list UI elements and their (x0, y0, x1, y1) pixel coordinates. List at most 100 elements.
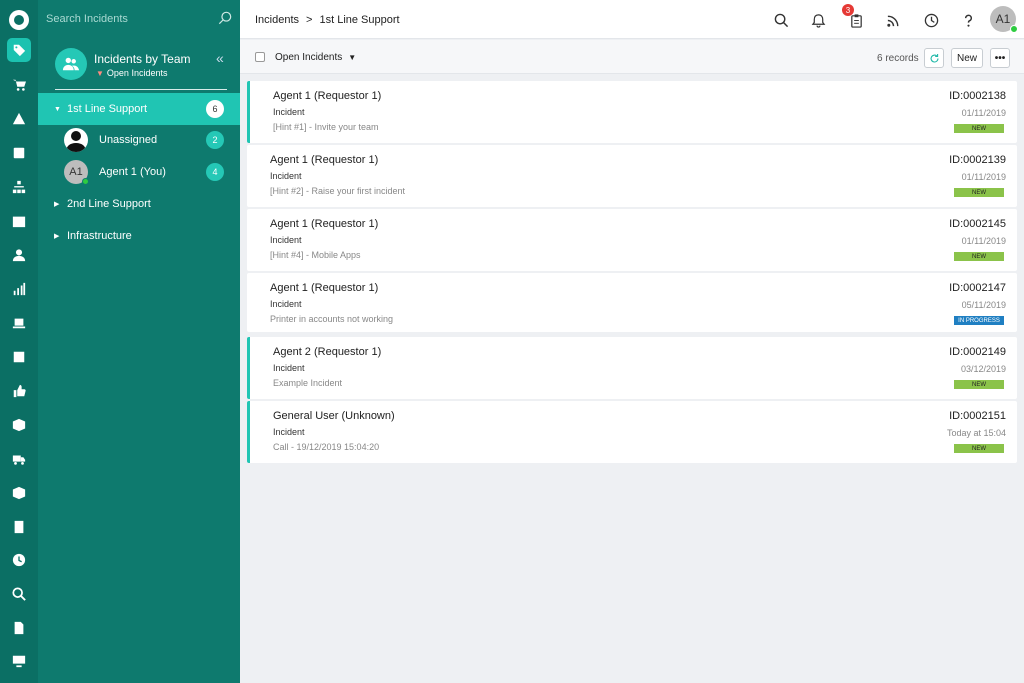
incident-description: Example Incident (273, 378, 343, 388)
online-status-icon (1010, 25, 1018, 33)
search-icon[interactable] (218, 11, 232, 25)
rail-item-thumbs-up[interactable] (0, 379, 38, 403)
rail-item-search[interactable] (0, 582, 38, 606)
warning-icon (12, 112, 26, 125)
incident-date: 05/11/2019 (961, 300, 1006, 310)
incident-type: Incident (273, 107, 305, 117)
more-options-button[interactable]: ••• (990, 48, 1010, 68)
file-icon (14, 621, 24, 635)
search-input[interactable] (46, 10, 206, 28)
rail-item-chart[interactable] (0, 277, 38, 301)
incident-date: 03/12/2019 (960, 364, 1006, 374)
chart-icon (13, 282, 26, 296)
tree-item-unassigned[interactable]: Unassigned 2 (38, 124, 240, 156)
incident-date: 01/11/2019 (961, 236, 1006, 246)
incident-date: 01/11/2019 (961, 108, 1006, 118)
incident-date: Today at 15:04 (946, 428, 1006, 438)
incident-type: Incident (270, 299, 302, 309)
online-status-icon (82, 178, 89, 185)
sidebar-filter[interactable]: ▼ Open Incidents (96, 68, 167, 78)
rail-item-cart[interactable] (0, 73, 38, 97)
rail-item-truck[interactable] (0, 447, 38, 471)
app-logo[interactable] (9, 10, 29, 30)
incident-description: Call - 19/12/2019 15:04:20 (273, 442, 380, 452)
rail-item-clock[interactable] (0, 548, 38, 572)
record-count: 6 records (877, 53, 919, 64)
rail-item-warning[interactable] (0, 107, 38, 131)
sitemap-icon (12, 180, 26, 194)
avatar-initials: A1 (69, 166, 83, 178)
user-icon (12, 249, 26, 262)
refresh-icon (930, 53, 938, 63)
tree-item-label: Unassigned (99, 134, 158, 146)
team-sidebar: Incidents by Team ▼Open Incidents « ▼ 1s… (38, 0, 240, 683)
avatar: A1 (64, 160, 89, 185)
incident-id: ID:0002138 (949, 90, 1006, 102)
refresh-button[interactable] (924, 48, 944, 68)
tree-item-infrastructure[interactable]: ▶ Infrastructure (38, 220, 240, 252)
tree-item-label: 2nd Line Support (67, 198, 151, 210)
incident-type: Incident (273, 427, 305, 437)
collapse-sidebar-button[interactable]: « (216, 50, 224, 66)
user-silhouette-icon (66, 131, 86, 152)
monitor-icon (12, 655, 26, 668)
status-badge: NEW (954, 252, 1004, 261)
rail-item-file[interactable] (0, 616, 38, 640)
clipboard-icon[interactable]: 3 (842, 4, 866, 30)
incident-card[interactable]: Agent 1 (Requestor 1) Incident [Hint #2] -… (247, 145, 1017, 207)
breadcrumb-link[interactable]: Incidents (255, 14, 299, 26)
incident-card[interactable]: Agent 1 (Requestor 1) Incident [Hint #1] -… (247, 81, 1017, 143)
incident-description: [Hint #2] - Raise your first incident (270, 186, 406, 196)
rail-item-monitor[interactable] (0, 649, 38, 673)
rail-item-box[interactable] (0, 413, 38, 437)
bell-icon[interactable] (808, 10, 828, 30)
tree-item-1st-line-support[interactable]: ▼ 1st Line Support 6 (38, 93, 240, 125)
status-badge: NEW (954, 380, 1004, 389)
user-avatar[interactable]: A1 (990, 6, 1018, 33)
tree-item-label: Infrastructure (67, 230, 132, 242)
caret-right-icon[interactable]: ▶ (54, 200, 59, 208)
new-button[interactable]: New (951, 48, 983, 68)
caret-down-icon[interactable]: ▼ (54, 106, 61, 113)
caret-right-icon[interactable]: ▶ (54, 232, 59, 240)
incident-type: Incident (270, 171, 302, 181)
tree-item-label: Agent 1 (You) (99, 166, 166, 178)
calendar-icon (12, 216, 26, 228)
incident-id: ID:0002147 (949, 282, 1006, 294)
select-all-checkbox[interactable] (255, 52, 265, 62)
incident-description: [Hint #4] - Mobile Apps (270, 250, 361, 260)
incident-requestor: Agent 1 (Requestor 1) (270, 218, 379, 230)
incident-card[interactable]: General User (Unknown) Incident Call - 19/… (247, 401, 1017, 463)
sidebar-title: Incidents by Team (94, 52, 191, 66)
breadcrumb-separator: > (306, 14, 313, 26)
rail-item-tag[interactable] (0, 38, 38, 62)
breadcrumb-current: 1st Line Support (319, 14, 400, 26)
tree-item-agent-1[interactable]: A1 Agent 1 (You) 4 (38, 156, 240, 188)
search-icon[interactable] (771, 10, 791, 30)
view-selector[interactable]: Open Incidents ▼ (275, 52, 356, 63)
incident-id: ID:0002151 (949, 410, 1006, 422)
sidebar-header: Incidents by Team ▼ Open Incidents « (38, 40, 240, 92)
help-icon[interactable] (958, 10, 978, 30)
rail-item-laptop[interactable] (0, 311, 38, 335)
rail-item-edit[interactable] (0, 141, 38, 165)
caret-down-icon: ▼ (348, 53, 357, 62)
rail-item-user[interactable] (0, 243, 38, 267)
tree-item-2nd-line-support[interactable]: ▶ 2nd Line Support (38, 188, 240, 220)
incident-card[interactable]: Agent 1 (Requestor 1) Incident [Hint #4] -… (247, 209, 1017, 271)
document-icon (14, 520, 24, 534)
rss-icon[interactable] (883, 10, 903, 30)
avatar (64, 128, 88, 152)
incident-card[interactable]: Agent 1 (Requestor 1) Incident Printer in … (247, 273, 1017, 332)
rail-item-document[interactable] (0, 515, 38, 539)
clock-icon[interactable] (921, 10, 941, 30)
incident-card[interactable]: Agent 2 (Requestor 1) Incident Example Inc… (247, 337, 1017, 399)
rail-item-cube[interactable] (0, 481, 38, 505)
rail-item-calendar[interactable] (0, 209, 38, 233)
divider (55, 89, 227, 90)
incident-date: 01/11/2019 (961, 172, 1006, 182)
rail-item-sitemap[interactable] (0, 175, 38, 199)
rail-item-note[interactable] (0, 345, 38, 369)
app-rail (0, 0, 38, 683)
incident-requestor: Agent 1 (Requestor 1) (270, 282, 379, 294)
